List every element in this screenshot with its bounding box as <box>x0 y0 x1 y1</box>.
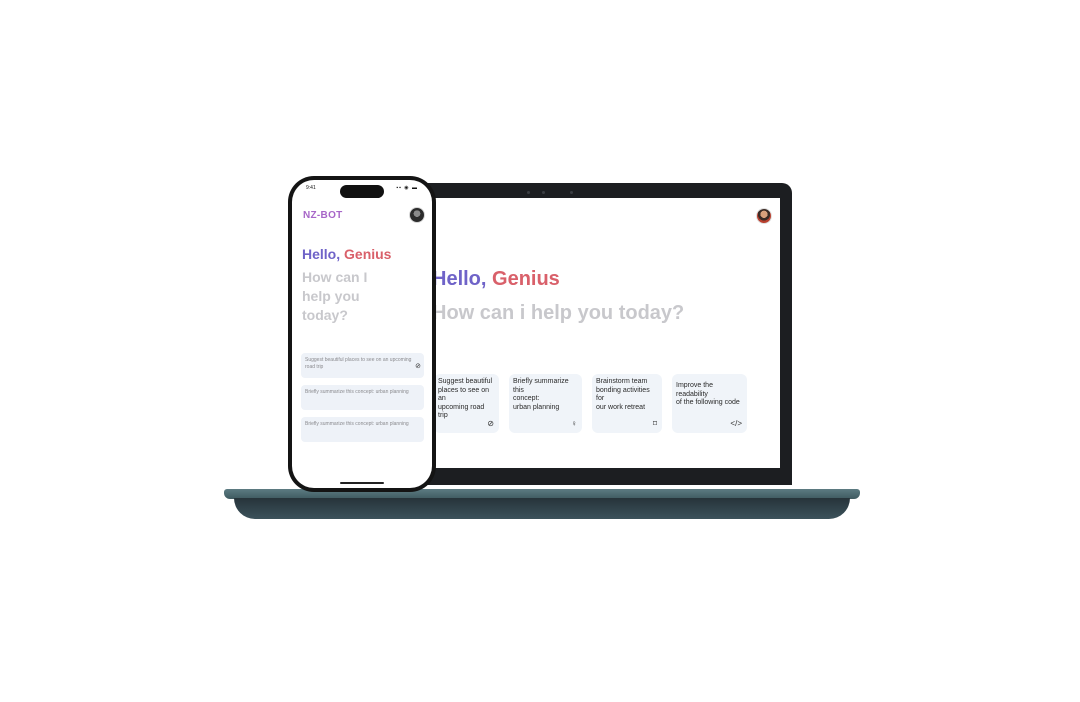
suggestion-card-readability[interactable]: Improve the readability of the following… <box>672 374 747 433</box>
card-line: of the following code <box>676 399 740 406</box>
app-logo[interactable]: NZ-BOT <box>303 210 343 221</box>
suggestion-card-summarize[interactable]: Briefly summarize this concept: urban pl… <box>509 374 582 433</box>
suggestion-card-summarize[interactable]: Briefly summarize this concept: urban pl… <box>301 385 424 410</box>
card-line: upcoming road trip <box>438 403 485 420</box>
card-line: concept: <box>513 395 540 402</box>
card-line: Improve the readability <box>676 382 713 398</box>
laptop-screen: Hello, Genius How can i help you today? … <box>412 198 780 468</box>
laptop-camera <box>542 191 545 194</box>
status-time: 9:41 <box>306 185 316 191</box>
card-line: Briefly summarize this <box>513 378 569 394</box>
avatar[interactable] <box>756 208 772 224</box>
home-indicator[interactable] <box>340 482 384 484</box>
card-line: Suggest beautiful <box>438 378 493 385</box>
code-icon: </> <box>730 419 742 428</box>
avatar[interactable] <box>409 207 425 223</box>
status-icons: ▪▪ ◉ ▬ <box>396 185 418 191</box>
card-line: urban planning <box>513 403 560 411</box>
lightbulb-icon: ♀ <box>571 419 577 428</box>
laptop-sensor <box>570 191 573 194</box>
suggestion-card-road-trip[interactable]: Suggest beautiful places to see on an up… <box>301 353 424 378</box>
compass-icon: ⊘ <box>415 363 421 370</box>
card-line: our work retreat <box>596 403 646 411</box>
greeting-subtitle: How can i help you today? <box>432 302 685 324</box>
greeting-name: Genius <box>492 268 560 290</box>
card-text: Briefly summarize this concept: urban pl… <box>305 389 409 395</box>
card-text: Briefly summarize this concept: urban pl… <box>305 421 409 427</box>
suggestion-card-summarize[interactable]: Briefly summarize this concept: urban pl… <box>301 417 424 442</box>
phone-frame: 9:41 ▪▪ ◉ ▬ NZ-BOT Hello, Genius How can… <box>288 176 436 492</box>
greeting-subtitle: How can I help you today? <box>302 269 368 323</box>
suggestion-card-brainstorm[interactable]: Brainstorm team bonding activities for o… <box>592 374 662 433</box>
greeting-title: Hello, Genius <box>432 268 560 291</box>
suggestion-card-road-trip[interactable]: Suggest beautiful places to see on an up… <box>434 374 499 433</box>
greeting-hello: Hello, <box>432 268 493 290</box>
card-line: Brainstorm team <box>596 378 648 385</box>
greeting-name: Genius <box>344 246 392 262</box>
laptop-base-bottom <box>234 498 850 519</box>
compass-icon: ⊘ <box>487 419 494 428</box>
greeting-hello: Hello, <box>302 246 345 262</box>
chat-icon: ⌑ <box>652 419 657 428</box>
dynamic-island <box>340 185 384 198</box>
greeting-title: Hello, Genius <box>302 246 391 262</box>
card-line: places to see on an <box>438 386 489 403</box>
laptop-sensor <box>527 191 530 194</box>
card-text: Suggest beautiful places to see on an up… <box>305 357 412 370</box>
phone-screen: 9:41 ▪▪ ◉ ▬ NZ-BOT Hello, Genius How can… <box>292 180 432 488</box>
card-line: bonding activities for <box>596 386 650 403</box>
